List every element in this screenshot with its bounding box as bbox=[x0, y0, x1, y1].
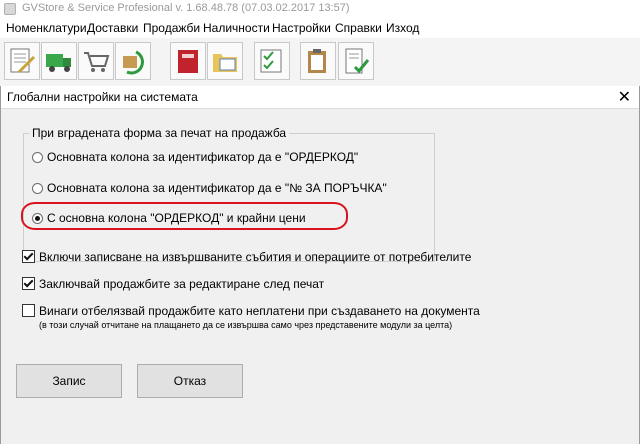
window-title: GVStore & Service Profesional v. 1.68.48… bbox=[22, 2, 350, 14]
refresh-box-icon[interactable] bbox=[115, 42, 151, 80]
menu-item-settings[interactable]: Настройки bbox=[272, 21, 331, 35]
toolbar bbox=[0, 38, 640, 87]
mark-unpaid-label: Винаги отбелязвай продажбите като неплат… bbox=[39, 304, 480, 318]
red-binder-icon[interactable] bbox=[170, 42, 206, 80]
radio-orderkod-option[interactable] bbox=[32, 152, 43, 163]
menu-item-stock[interactable]: Наличности bbox=[203, 21, 270, 35]
radio-order-number-label: Основната колона за идентификатор да е "… bbox=[47, 181, 387, 195]
log-events-label: Включи записване на извършваните събития… bbox=[39, 250, 472, 264]
checklist-pen-icon[interactable] bbox=[254, 42, 290, 80]
document-pen-icon[interactable] bbox=[4, 42, 40, 80]
receipt-check-icon[interactable] bbox=[338, 42, 374, 80]
print-form-group-label: При вградената форма за печат на продажб… bbox=[29, 126, 290, 140]
menu-item-reports[interactable]: Справки bbox=[335, 21, 382, 35]
lock-sales-label: Заключвай продажбите за редактиране след… bbox=[39, 277, 325, 291]
red-highlight-ellipse bbox=[21, 202, 348, 230]
radio-order-number-option[interactable] bbox=[32, 183, 43, 194]
save-button[interactable]: Запис bbox=[16, 364, 122, 398]
dialog-titlebar: Глобални настройки на системата ✕ bbox=[1, 86, 639, 109]
lock-sales-checkbox[interactable] bbox=[22, 277, 35, 290]
menu-item-exit[interactable]: Изход bbox=[386, 21, 419, 35]
delivery-truck-icon[interactable] bbox=[41, 42, 77, 80]
log-events-checkbox[interactable] bbox=[22, 250, 35, 263]
dialog-title: Глобални настройки на системата bbox=[7, 90, 198, 104]
menu-item-deliveries[interactable]: Доставки bbox=[87, 21, 138, 35]
folder-table-icon[interactable] bbox=[207, 42, 243, 80]
global-settings-dialog: Глобални настройки на системата ✕ При вг… bbox=[0, 86, 640, 444]
radio-orderkod-label: Основната колона за идентификатор да е "… bbox=[47, 150, 359, 164]
mark-unpaid-note: (в този случай отчитане на плащането да … bbox=[39, 320, 453, 330]
menu-item-sales[interactable]: Продажби bbox=[143, 21, 200, 35]
shopping-cart-icon[interactable] bbox=[78, 42, 114, 80]
cancel-button[interactable]: Отказ bbox=[137, 364, 243, 398]
mark-unpaid-checkbox[interactable] bbox=[22, 304, 35, 317]
menu-bar: Номенклатури Доставки Продажби Наличност… bbox=[0, 18, 640, 38]
window-titlebar: GVStore & Service Profesional v. 1.68.48… bbox=[0, 0, 640, 18]
clipboard-pen-icon[interactable] bbox=[300, 42, 336, 80]
menu-item-nomenclatures[interactable]: Номенклатури bbox=[6, 21, 87, 35]
app-icon bbox=[4, 3, 16, 15]
close-icon[interactable]: ✕ bbox=[618, 87, 631, 107]
